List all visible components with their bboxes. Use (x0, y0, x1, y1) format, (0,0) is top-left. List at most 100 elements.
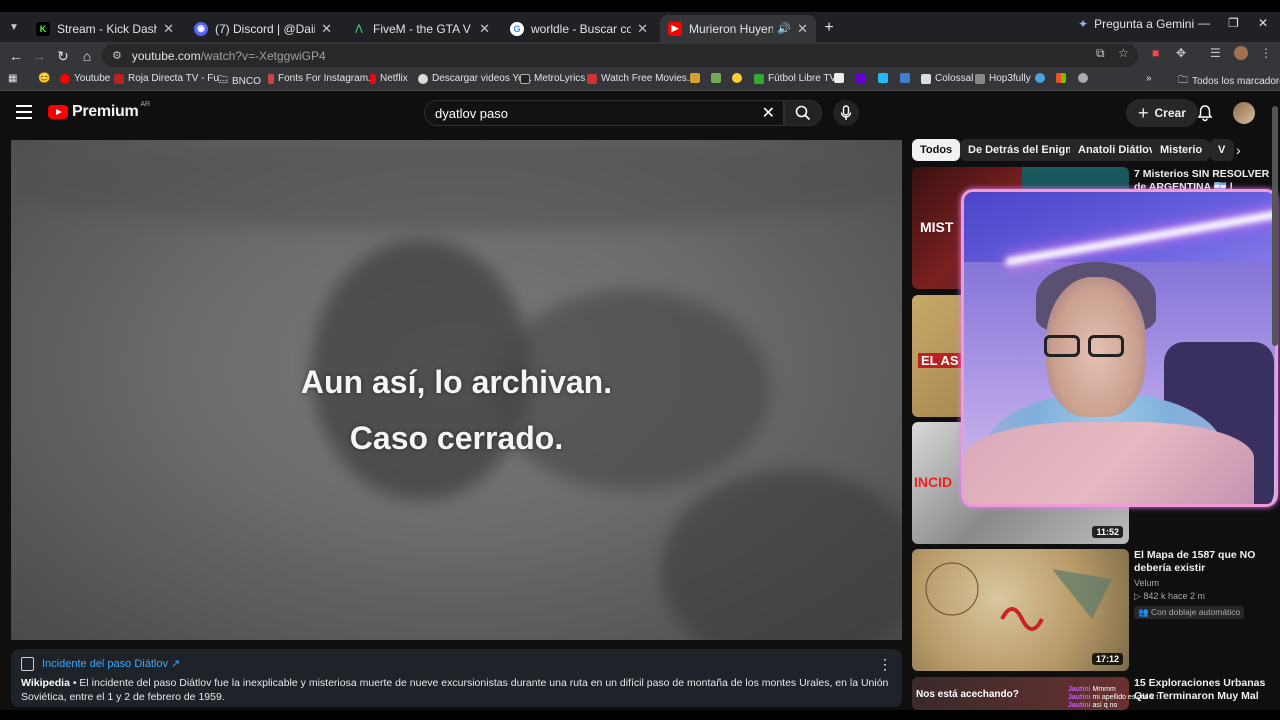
tab-kick[interactable]: K Stream - Kick Dashboard ✕ (28, 15, 182, 42)
chip-anatoli[interactable]: Anatoli Diátlov (1070, 139, 1164, 161)
bookmark-fonts[interactable]: Fonts For Instagram... (268, 73, 376, 84)
tab-fivem[interactable]: ⋀ FiveM - the GTA V multiplayer ✕ (344, 15, 498, 42)
bookmark-netflix[interactable]: Netflix (370, 73, 408, 84)
bookmark-icon-c[interactable] (732, 73, 742, 83)
tab-discord[interactable]: ◉ (7) Discord | @Daiii ✕ (186, 15, 340, 42)
info-panel-link[interactable]: Incidente del paso Diátlov ↗ (42, 657, 180, 671)
bookmarks-bar: ▦ 😊 Youtube Roja Directa TV - Fu... 🗀 BNC… (0, 69, 1280, 91)
bookmark-label: Hop3fully (989, 73, 1031, 84)
webcam-jacket (964, 422, 1254, 504)
search-input[interactable]: dyatlov paso ✕ (424, 100, 784, 126)
bookmark-watch-free[interactable]: Watch Free Movies... (587, 73, 695, 84)
create-button[interactable]: + Crear (1126, 99, 1198, 127)
related-filter-chips: Todos De Detrás del Enigma Anatoli Diátl… (912, 139, 1242, 161)
more-bookmarks-icon[interactable]: » (1146, 73, 1152, 84)
bookmark-icon-d[interactable] (834, 73, 844, 83)
bookmark-label: Netflix (380, 73, 408, 84)
apps-grid-icon[interactable]: ▦ (8, 73, 17, 84)
bookmark-metrolyrics[interactable]: MetroLyrics (520, 73, 585, 84)
logo-text: Premium (72, 103, 139, 120)
back-button[interactable]: ← (6, 46, 26, 66)
extensions-puzzle-icon[interactable]: ✥ (1176, 46, 1186, 60)
forward-button[interactable]: → (29, 46, 49, 66)
folder-icon: 🗀 (1178, 75, 1188, 86)
bookmark-colossal[interactable]: Colossal (921, 73, 973, 84)
webcam-glasses (1044, 335, 1128, 357)
speaker-icon[interactable]: 🔊 (777, 22, 791, 35)
new-tab-button[interactable]: + (820, 19, 838, 37)
close-tab-icon[interactable]: ✕ (637, 21, 648, 37)
tab-youtube-active[interactable]: ▶ Murieron Huyendo de Algo 🔊 ✕ (660, 15, 816, 42)
tab-title: FiveM - the GTA V multiplayer (373, 21, 473, 36)
browser-menu-icon[interactable]: ⋮ (1260, 46, 1272, 60)
restore-button[interactable]: ❐ (1228, 16, 1239, 30)
bookmark-star-icon[interactable]: ☆ (1118, 46, 1129, 60)
home-button[interactable]: ⌂ (77, 46, 97, 66)
menu-hamburger-icon[interactable] (16, 105, 32, 119)
video-info[interactable]: El Mapa de 1587 que NO debería existir V… (1134, 549, 1274, 620)
bookmark-descargar[interactable]: Descargar videos Yo... (418, 73, 532, 84)
all-bookmarks-button[interactable]: 🗀 Todos los marcadores (1178, 73, 1280, 90)
bookmark-icon-b[interactable] (711, 73, 721, 83)
bookmark-youtube[interactable]: Youtube (60, 73, 110, 84)
clear-search-icon[interactable]: ✕ (762, 103, 775, 123)
close-window-button[interactable]: ✕ (1258, 16, 1268, 30)
reload-button[interactable]: ↻ (53, 46, 73, 66)
emoji-bookmark-icon[interactable]: 😊 (38, 73, 50, 84)
chip-misterio[interactable]: Misterio (1152, 139, 1211, 161)
bookmark-h-icon (1035, 73, 1045, 83)
close-tab-icon[interactable]: ✕ (321, 21, 332, 37)
reading-list-icon[interactable]: ☰ (1210, 46, 1221, 60)
channel-name[interactable]: Velum (1134, 578, 1274, 588)
tab-google[interactable]: G worldle - Buscar con Google ✕ (502, 15, 656, 42)
gemini-button[interactable]: ✦ Pregunta a Gemini (1078, 17, 1194, 31)
search-button[interactable] (784, 100, 822, 126)
document-icon (21, 657, 34, 671)
video-thumbnail[interactable]: 17:12 (912, 549, 1129, 671)
page-scrollbar[interactable] (1272, 96, 1278, 700)
profile-avatar-icon[interactable] (1234, 46, 1248, 60)
webcam-led-strip (1005, 206, 1275, 266)
chip-todos[interactable]: Todos (912, 139, 961, 161)
voice-search-button[interactable] (833, 100, 859, 126)
video-player[interactable]: Aun así, lo archivan. Caso cerrado. (11, 140, 902, 640)
more-options-icon[interactable]: ⋮ (878, 657, 892, 671)
minimize-button[interactable]: — (1198, 16, 1210, 30)
close-tab-icon[interactable]: ✕ (163, 21, 174, 37)
hop3fully-icon (975, 73, 985, 84)
chat-text: así q no (1092, 702, 1118, 709)
account-avatar[interactable] (1233, 102, 1255, 124)
youtube-header: Premium AR dyatlov paso ✕ + Crear (0, 92, 1280, 134)
install-app-icon[interactable]: ⧉ (1096, 46, 1105, 61)
chip-more[interactable]: V (1210, 139, 1234, 161)
address-bar[interactable]: ⚙ youtube.com/watch?v=-XetggwiGP4 (102, 44, 1138, 67)
bookmark-hop3fully[interactable]: Hop3fully (975, 73, 1031, 84)
chevron-right-icon[interactable]: › (1236, 142, 1241, 158)
close-tab-icon[interactable]: ✕ (479, 21, 490, 37)
notifications-bell-icon[interactable] (1196, 104, 1214, 122)
bookmark-futbol[interactable]: Fútbol Libre TV (754, 73, 836, 84)
bookmark-bnco[interactable]: 🗀 BNCO (218, 73, 261, 90)
youtube-premium-logo[interactable]: Premium AR (48, 101, 150, 121)
bookmark-roja-directa[interactable]: Roja Directa TV - Fu... (114, 73, 227, 84)
bookmark-icon-g[interactable] (900, 73, 910, 83)
bookmark-a-icon (690, 73, 700, 83)
extension-icon[interactable]: ■ (1152, 46, 1159, 60)
bookmark-icon-a[interactable] (690, 73, 700, 83)
video-title[interactable]: El Mapa de 1587 que NO debería existir (1134, 549, 1274, 575)
bookmark-icon-i[interactable] (1056, 73, 1066, 83)
thumbnail-text: INCID (914, 474, 953, 490)
bookmark-icon-j[interactable] (1078, 73, 1088, 83)
thumbnail-text: MIST (920, 219, 954, 235)
info-description: • El incidente del paso Diátlov fue la i… (21, 677, 889, 703)
site-info-icon[interactable]: ⚙ (112, 49, 122, 62)
close-tab-icon[interactable]: ✕ (797, 21, 808, 37)
scrollbar-thumb[interactable] (1272, 106, 1278, 346)
bookmark-icon-h[interactable] (1035, 73, 1045, 83)
bookmark-icon-e[interactable] (856, 73, 866, 83)
tab-search-dropdown-icon[interactable]: ▼ (4, 17, 24, 37)
info-source: Wikipedia (21, 677, 70, 689)
bookmark-icon-f[interactable] (878, 73, 888, 83)
all-bookmarks-label: Todos los marcadores (1192, 76, 1280, 87)
bookmark-label: BNCO (232, 76, 261, 87)
